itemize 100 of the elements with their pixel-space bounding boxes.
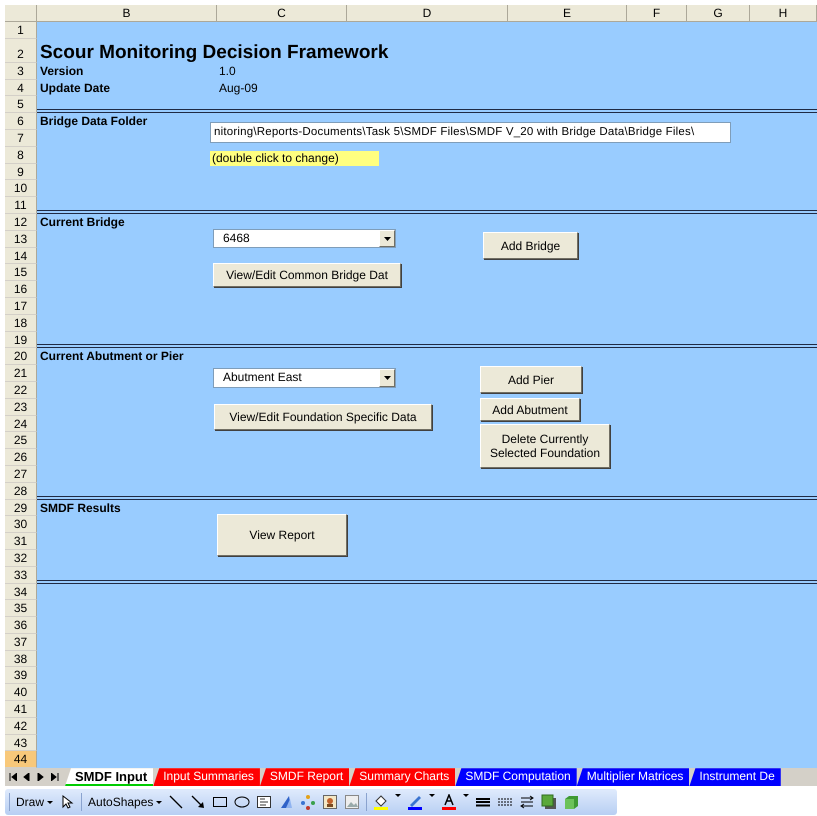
- sheet-tab[interactable]: SMDF Report: [260, 768, 350, 786]
- row-header[interactable]: 30: [5, 516, 37, 534]
- column-header[interactable]: G: [687, 5, 750, 22]
- column-header[interactable]: F: [627, 5, 687, 22]
- row-header[interactable]: 24: [5, 416, 37, 432]
- row-header[interactable]: 9: [5, 164, 37, 180]
- row-header[interactable]: 22: [5, 382, 37, 399]
- caret-icon: [47, 800, 54, 804]
- row-header[interactable]: 28: [5, 482, 37, 500]
- row-header[interactable]: 31: [5, 533, 37, 550]
- draw-menu[interactable]: Draw: [16, 793, 54, 812]
- row-header[interactable]: 15: [5, 264, 37, 282]
- row-header[interactable]: 26: [5, 449, 37, 466]
- row-header[interactable]: 18: [5, 314, 37, 332]
- column-header[interactable]: D: [347, 5, 508, 22]
- sheet-tab[interactable]: Multiplier Matrices: [576, 768, 690, 786]
- row-header[interactable]: 6: [5, 113, 37, 130]
- info-label: Version: [40, 62, 84, 79]
- row-header[interactable]: 35: [5, 600, 37, 618]
- sheet-tab[interactable]: SMDF Computation: [455, 768, 577, 786]
- row-header[interactable]: 39: [5, 667, 37, 684]
- diagram-icon[interactable]: [300, 794, 316, 810]
- sheet-tab[interactable]: Instrument De: [689, 768, 781, 786]
- button[interactable]: Add Abutment: [480, 398, 580, 421]
- arrow-style-icon[interactable]: [519, 794, 536, 810]
- button[interactable]: View/Edit Foundation Specific Data: [214, 404, 432, 430]
- row-header[interactable]: 42: [5, 718, 37, 735]
- section-label: SMDF Results: [40, 500, 121, 516]
- row-header[interactable]: 17: [5, 298, 37, 315]
- autoshapes-menu[interactable]: AutoShapes: [88, 793, 162, 812]
- column-header[interactable]: H: [750, 5, 817, 22]
- button[interactable]: Add Bridge: [483, 232, 578, 259]
- row-header[interactable]: 32: [5, 550, 37, 567]
- row-header[interactable]: 21: [5, 365, 37, 382]
- picture-icon[interactable]: [344, 794, 360, 810]
- row-header[interactable]: 41: [5, 701, 37, 718]
- row-header[interactable]: 5: [5, 96, 37, 114]
- last-sheet-icon[interactable]: [51, 773, 59, 782]
- row-header[interactable]: 34: [5, 584, 37, 600]
- text-box-icon[interactable]: [256, 794, 272, 810]
- row-header[interactable]: 1: [5, 22, 37, 39]
- row-header[interactable]: 14: [5, 248, 37, 264]
- caret-icon: [384, 236, 390, 240]
- clip-art-icon[interactable]: [322, 794, 338, 810]
- shadow-icon[interactable]: [541, 794, 558, 810]
- dropdown-button[interactable]: [379, 369, 395, 387]
- row-header[interactable]: 23: [5, 398, 37, 416]
- previous-sheet-icon[interactable]: [23, 773, 31, 782]
- button[interactable]: View Report: [217, 514, 347, 556]
- section-label: Bridge Data Folder: [40, 113, 148, 130]
- info-value: 1.0: [219, 62, 236, 79]
- sheet-tab[interactable]: SMDF Input: [65, 768, 154, 786]
- row-header[interactable]: 44: [5, 751, 37, 768]
- row-header[interactable]: 11: [5, 197, 37, 214]
- row-header[interactable]: 29: [5, 500, 37, 516]
- next-sheet-icon[interactable]: [37, 773, 45, 782]
- folder-path-field[interactable]: nitoring\Reports-Documents\Task 5\SMDF Files\SMDF V_20 with Bridge Data\Bridge Files\: [210, 122, 731, 143]
- row-header[interactable]: 8: [5, 146, 37, 164]
- info-label: Update Date: [40, 80, 110, 96]
- column-header[interactable]: E: [508, 5, 627, 22]
- row-header[interactable]: 43: [5, 734, 37, 752]
- section-label: Current Bridge: [40, 214, 125, 230]
- button[interactable]: View/Edit Common Bridge Dat: [213, 263, 401, 287]
- row-header[interactable]: 20: [5, 348, 37, 366]
- row-header[interactable]: 16: [5, 281, 37, 298]
- row-header[interactable]: 19: [5, 332, 37, 348]
- hint-note: (double click to change): [210, 151, 379, 166]
- column-header[interactable]: B: [37, 5, 217, 22]
- sheet-tab[interactable]: Summary Charts: [349, 768, 456, 786]
- button[interactable]: Delete Currently Selected Foundation: [480, 424, 610, 468]
- wordart-icon[interactable]: [278, 794, 294, 810]
- font-color-icon[interactable]: [441, 794, 458, 810]
- sheet-tab[interactable]: Input Summaries: [153, 768, 260, 786]
- row-header[interactable]: 10: [5, 180, 37, 198]
- row-header[interactable]: 33: [5, 566, 37, 584]
- row-header[interactable]: 12: [5, 214, 37, 231]
- row-header[interactable]: 37: [5, 634, 37, 651]
- row-header[interactable]: 2: [5, 38, 37, 63]
- row-header[interactable]: 3: [5, 62, 37, 80]
- dropdown-button[interactable]: [379, 230, 395, 247]
- arrow-icon[interactable]: [190, 794, 206, 810]
- row-header[interactable]: 36: [5, 617, 37, 634]
- oval-icon[interactable]: [234, 794, 250, 810]
- row-header[interactable]: 4: [5, 80, 37, 96]
- row-header[interactable]: 25: [5, 432, 37, 450]
- dropdown[interactable]: 6468: [213, 229, 396, 248]
- fill-color-icon[interactable]: [373, 794, 390, 810]
- column-header[interactable]: C: [217, 5, 347, 22]
- row-header[interactable]: 7: [5, 130, 37, 147]
- sheet-title: Scour Monitoring Decision Framework: [40, 42, 388, 64]
- row-header[interactable]: 27: [5, 466, 37, 483]
- row-header[interactable]: 13: [5, 230, 37, 248]
- line-color-icon[interactable]: [407, 794, 424, 810]
- first-sheet-icon[interactable]: [9, 773, 17, 782]
- row-header[interactable]: 40: [5, 684, 37, 702]
- dropdown[interactable]: Abutment East: [213, 368, 396, 388]
- line-icon[interactable]: [168, 794, 184, 810]
- row-header[interactable]: 38: [5, 650, 37, 668]
- 3d-icon[interactable]: [563, 794, 580, 810]
- button[interactable]: Add Pier: [480, 366, 582, 393]
